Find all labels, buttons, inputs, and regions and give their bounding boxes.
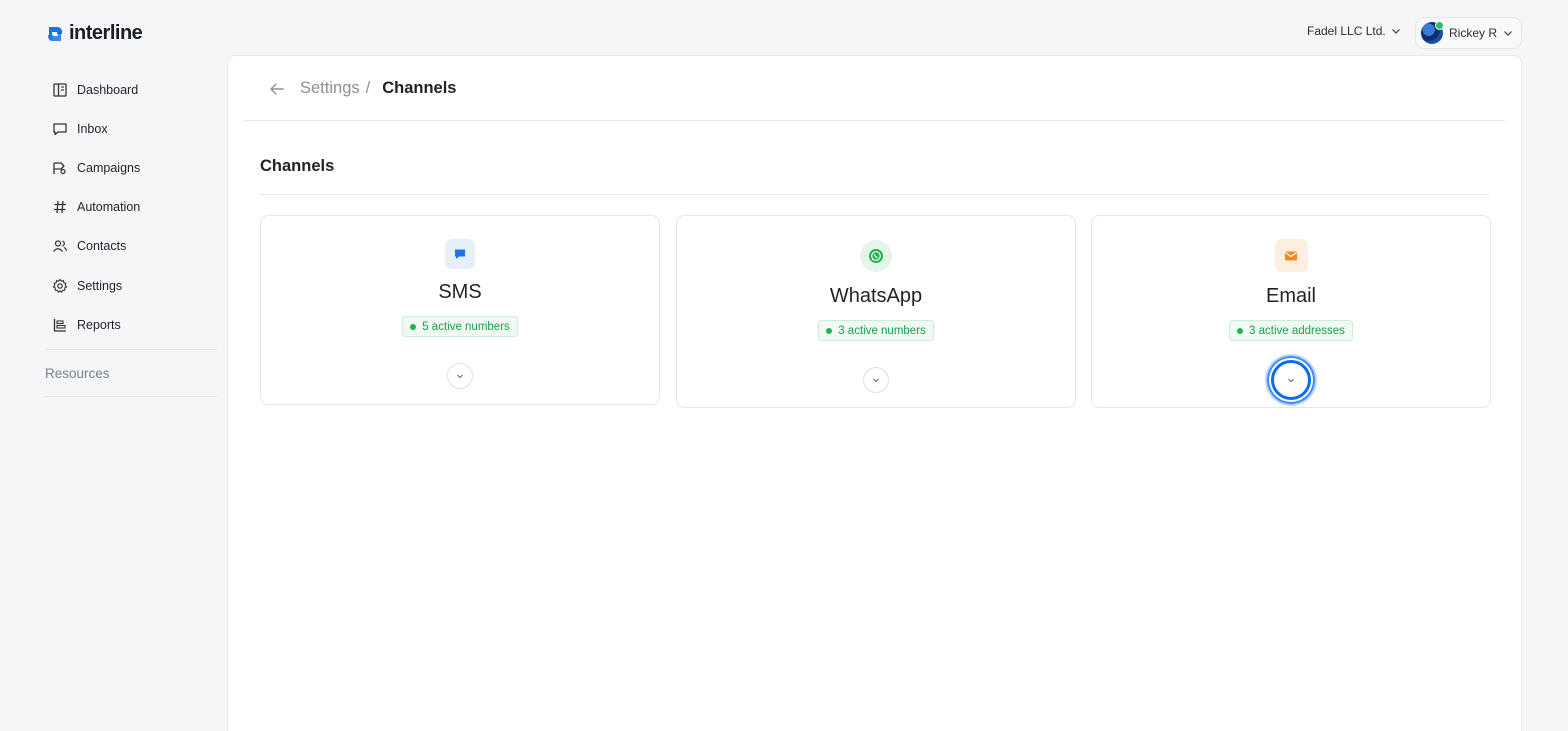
channel-name: Email <box>1265 285 1316 307</box>
sidebar-item-label: Settings <box>77 278 123 293</box>
user-menu[interactable]: Rickey R <box>1415 17 1522 49</box>
mail-icon <box>1285 251 1297 260</box>
sidebar-item-reports[interactable]: Reports <box>45 305 217 344</box>
chevron-down-icon <box>1504 31 1512 36</box>
chevron-down-icon <box>457 374 463 379</box>
campaign-icon <box>53 162 66 175</box>
inbox-icon <box>53 123 67 135</box>
divider <box>260 194 1489 195</box>
back-arrow-icon[interactable] <box>268 80 286 98</box>
sidebar-item-label: Campaigns <box>77 160 141 175</box>
chat-icon <box>455 249 465 259</box>
expand-sms-button[interactable] <box>447 363 473 389</box>
channel-icon-box <box>445 239 475 269</box>
channel-icon-box <box>860 240 892 272</box>
interline-logo-icon <box>48 26 62 41</box>
sidebar-item-automation[interactable]: Automation <box>45 188 217 227</box>
channel-card-email: Email 3 active addresses <box>1091 215 1491 408</box>
gear-icon <box>52 278 68 293</box>
chevron-down-icon <box>1391 29 1400 34</box>
chevron-down-icon <box>873 378 879 383</box>
status-dot <box>410 323 417 330</box>
status-badge: 3 active addresses <box>1229 320 1353 341</box>
contacts-icon <box>53 240 68 253</box>
reports-icon <box>53 318 66 332</box>
page-title: Channels <box>382 79 457 97</box>
whatsapp-icon <box>869 249 883 263</box>
status-badge: 3 active numbers <box>818 320 934 341</box>
status-dot <box>1237 327 1244 334</box>
sidebar-item-dashboard[interactable]: Dashboard <box>45 70 217 109</box>
avatar <box>1421 21 1444 44</box>
sidebar: Dashboard Inbox Campaigns Automation Con… <box>45 70 217 398</box>
expand-whatsapp-button[interactable] <box>863 367 889 393</box>
sidebar-item-label: Inbox <box>77 121 108 136</box>
main-panel: Settings / Channels Channels SMS 5 activ… <box>227 55 1522 731</box>
sidebar-item-contacts[interactable]: Contacts <box>45 227 217 266</box>
sidebar-item-label: Automation <box>77 200 141 215</box>
chevron-down-icon <box>1288 378 1294 383</box>
channel-card-sms: SMS 5 active numbers <box>260 215 660 405</box>
sidebar-item-inbox[interactable]: Inbox <box>45 109 217 148</box>
user-name: Rickey R <box>1449 26 1498 40</box>
divider <box>244 120 1505 121</box>
sidebar-item-label: Reports <box>77 317 121 332</box>
organization-name: Fadel LLC Ltd. <box>1307 24 1386 38</box>
sidebar-item-label: Contacts <box>77 239 127 254</box>
channel-name: WhatsApp <box>829 285 923 307</box>
sidebar-item-campaigns[interactable]: Campaigns <box>45 148 217 187</box>
dashboard-icon <box>53 82 67 97</box>
channel-icon-box <box>1274 239 1308 272</box>
status-text: 5 active numbers <box>422 320 510 333</box>
status-text: 3 active addresses <box>1249 324 1345 337</box>
divider <box>45 396 217 398</box>
section-title: Channels <box>260 157 335 175</box>
status-badge: 5 active numbers <box>402 316 518 337</box>
hash-icon <box>54 201 66 214</box>
breadcrumb: Settings / Channels <box>268 79 457 98</box>
channel-name: SMS <box>438 281 482 303</box>
breadcrumb-settings-link[interactable]: Settings <box>300 79 360 98</box>
sidebar-item-label: Dashboard <box>77 82 139 97</box>
channel-card-whatsapp: WhatsApp 3 active numbers <box>676 215 1076 408</box>
brand-name: interline <box>69 22 143 44</box>
sidebar-item-resources[interactable]: Resources <box>45 350 217 396</box>
sidebar-item-settings[interactable]: Settings <box>45 266 217 305</box>
expand-email-button[interactable] <box>1271 360 1311 400</box>
organization-switcher[interactable]: Fadel LLC Ltd. <box>1307 24 1401 38</box>
status-text: 3 active numbers <box>838 324 926 337</box>
app-logo[interactable]: interline <box>45 22 143 45</box>
breadcrumb-separator: / <box>365 79 371 97</box>
status-dot <box>826 327 833 334</box>
